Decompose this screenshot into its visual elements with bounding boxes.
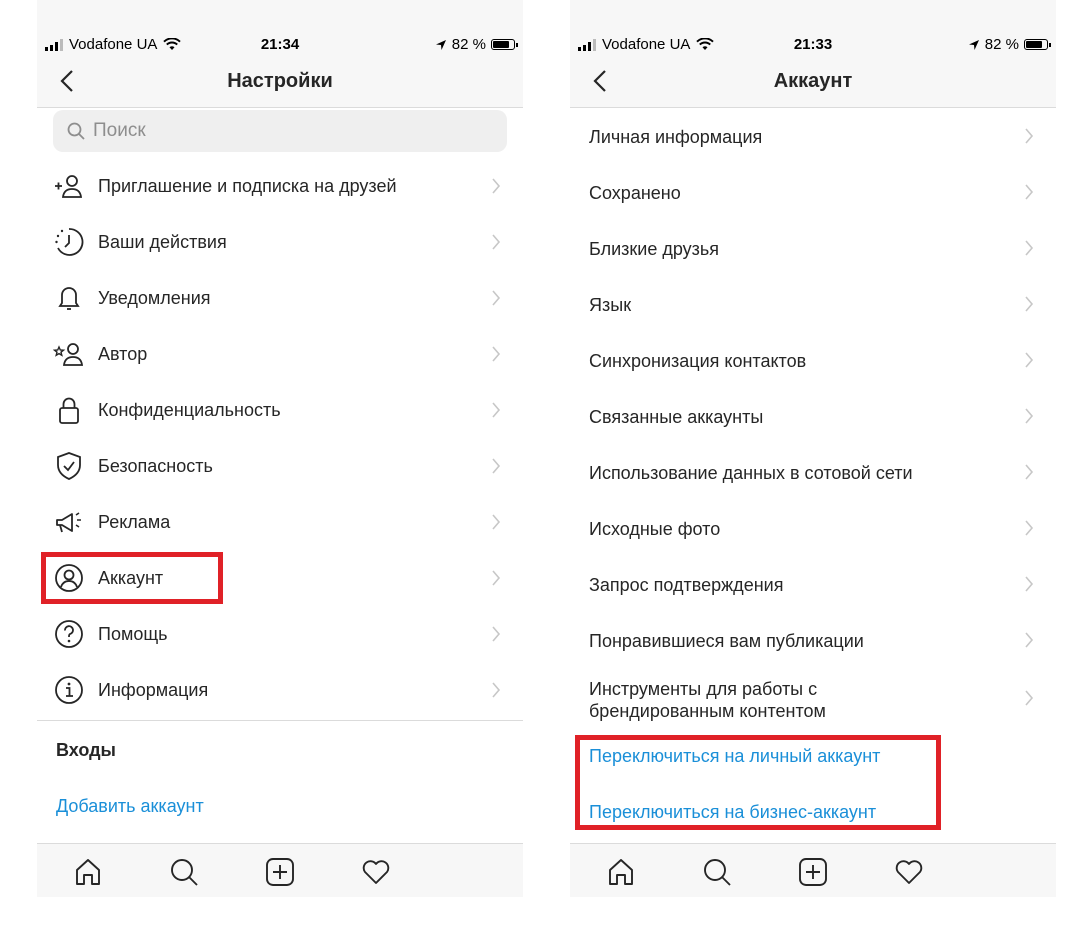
battery-icon [491,39,518,50]
chevron-right-icon [492,570,501,586]
location-arrow-icon [435,39,446,50]
nav-bar: Настройки [37,54,523,108]
search-icon[interactable] [701,856,733,888]
info-circle-icon [53,674,85,706]
chevron-right-icon [492,626,501,642]
chevron-right-icon [492,346,501,362]
settings-item-ads[interactable]: Реклама [37,494,523,550]
add-account-link[interactable]: Добавить аккаунт [56,796,204,817]
account-item-personal-info[interactable]: Личная информация [570,108,1056,164]
battery-status: 82 % [968,36,1051,53]
account-item-linked-accounts[interactable]: Связанные аккаунты [570,388,1056,444]
branded-content-line-2: брендированным контентом [589,701,826,721]
account-item-original-photos[interactable]: Исходные фото [570,500,1056,556]
status-bar: Vodafone UA 21:33 82 % [570,0,1056,53]
status-bar: Vodafone UA 21:34 82 % [37,0,523,53]
chevron-right-icon [492,458,501,474]
account-item-branded-content-tools[interactable]: Инструменты для работы с брендированным … [570,668,1056,728]
settings-item-notifications[interactable]: Уведомления [37,270,523,326]
account-item-cellular-data[interactable]: Использование данных в сотовой сети [570,444,1056,500]
new-post-icon[interactable] [797,856,829,888]
chevron-right-icon [492,514,501,530]
account-item-contacts-sync[interactable]: Синхронизация контактов [570,332,1056,388]
account-item-liked-posts[interactable]: Понравившиеся вам публикации [570,612,1056,668]
search-input[interactable]: Поиск [53,110,507,152]
battery-percent: 82 % [984,36,1019,53]
bell-icon [53,282,85,314]
battery-icon [1024,39,1051,50]
account-item-saved[interactable]: Сохранено [570,164,1056,220]
settings-item-creator[interactable]: Автор [37,326,523,382]
chevron-right-icon [492,234,501,250]
activity-heart-icon[interactable] [360,856,392,888]
chevron-right-icon [1025,240,1034,256]
account-item-close-friends[interactable]: Близкие друзья [570,220,1056,276]
highlight-switch-links [575,735,941,830]
tab-bar [570,843,1056,897]
chevron-right-icon [492,402,501,418]
location-arrow-icon [968,39,979,50]
tab-bar [37,843,523,897]
chevron-right-icon [492,290,501,306]
add-person-icon [53,170,85,202]
search-icon [67,122,85,140]
chevron-right-icon [1025,464,1034,480]
highlight-account-item [41,552,223,604]
account-item-language[interactable]: Язык [570,276,1056,332]
settings-item-activity[interactable]: Ваши действия [37,214,523,270]
settings-item-invite[interactable]: Приглашение и подписка на друзей [37,158,523,214]
settings-item-help[interactable]: Помощь [37,606,523,662]
search-placeholder: Поиск [93,120,146,141]
chevron-right-icon [1025,296,1034,312]
battery-percent: 82 % [451,36,486,53]
chevron-right-icon [1025,632,1034,648]
settings-item-about[interactable]: Информация [37,662,523,718]
chevron-right-icon [492,178,501,194]
nav-bar: Аккаунт [570,54,1056,108]
activity-heart-icon[interactable] [893,856,925,888]
home-icon[interactable] [72,856,104,888]
logins-section-title: Входы [56,740,116,760]
settings-item-privacy[interactable]: Конфиденциальность [37,382,523,438]
page-title: Настройки [227,70,333,92]
branded-content-line-1: Инструменты для работы с [589,679,818,699]
battery-status: 82 % [435,36,518,53]
shield-check-icon [53,450,85,482]
home-icon[interactable] [605,856,637,888]
chevron-right-icon [1025,576,1034,592]
chevron-right-icon [1025,408,1034,424]
chevron-right-icon [1025,184,1034,200]
account-item-request-verification[interactable]: Запрос подтверждения [570,556,1056,612]
lock-icon [53,394,85,426]
divider [37,720,523,721]
activity-clock-icon [53,226,85,258]
creator-star-person-icon [53,338,85,370]
help-circle-icon [53,618,85,650]
chevron-right-icon [1025,520,1034,536]
page-title: Аккаунт [773,70,853,92]
chevron-right-icon [1025,128,1034,144]
settings-item-security[interactable]: Безопасность [37,438,523,494]
megaphone-icon [53,506,85,538]
chevron-right-icon [1025,352,1034,368]
chevron-right-icon [1025,690,1034,706]
chevron-right-icon [492,682,501,698]
search-icon[interactable] [168,856,200,888]
settings-screen: Vodafone UA 21:34 82 % Настройки Поиск П… [37,0,523,900]
new-post-icon[interactable] [264,856,296,888]
